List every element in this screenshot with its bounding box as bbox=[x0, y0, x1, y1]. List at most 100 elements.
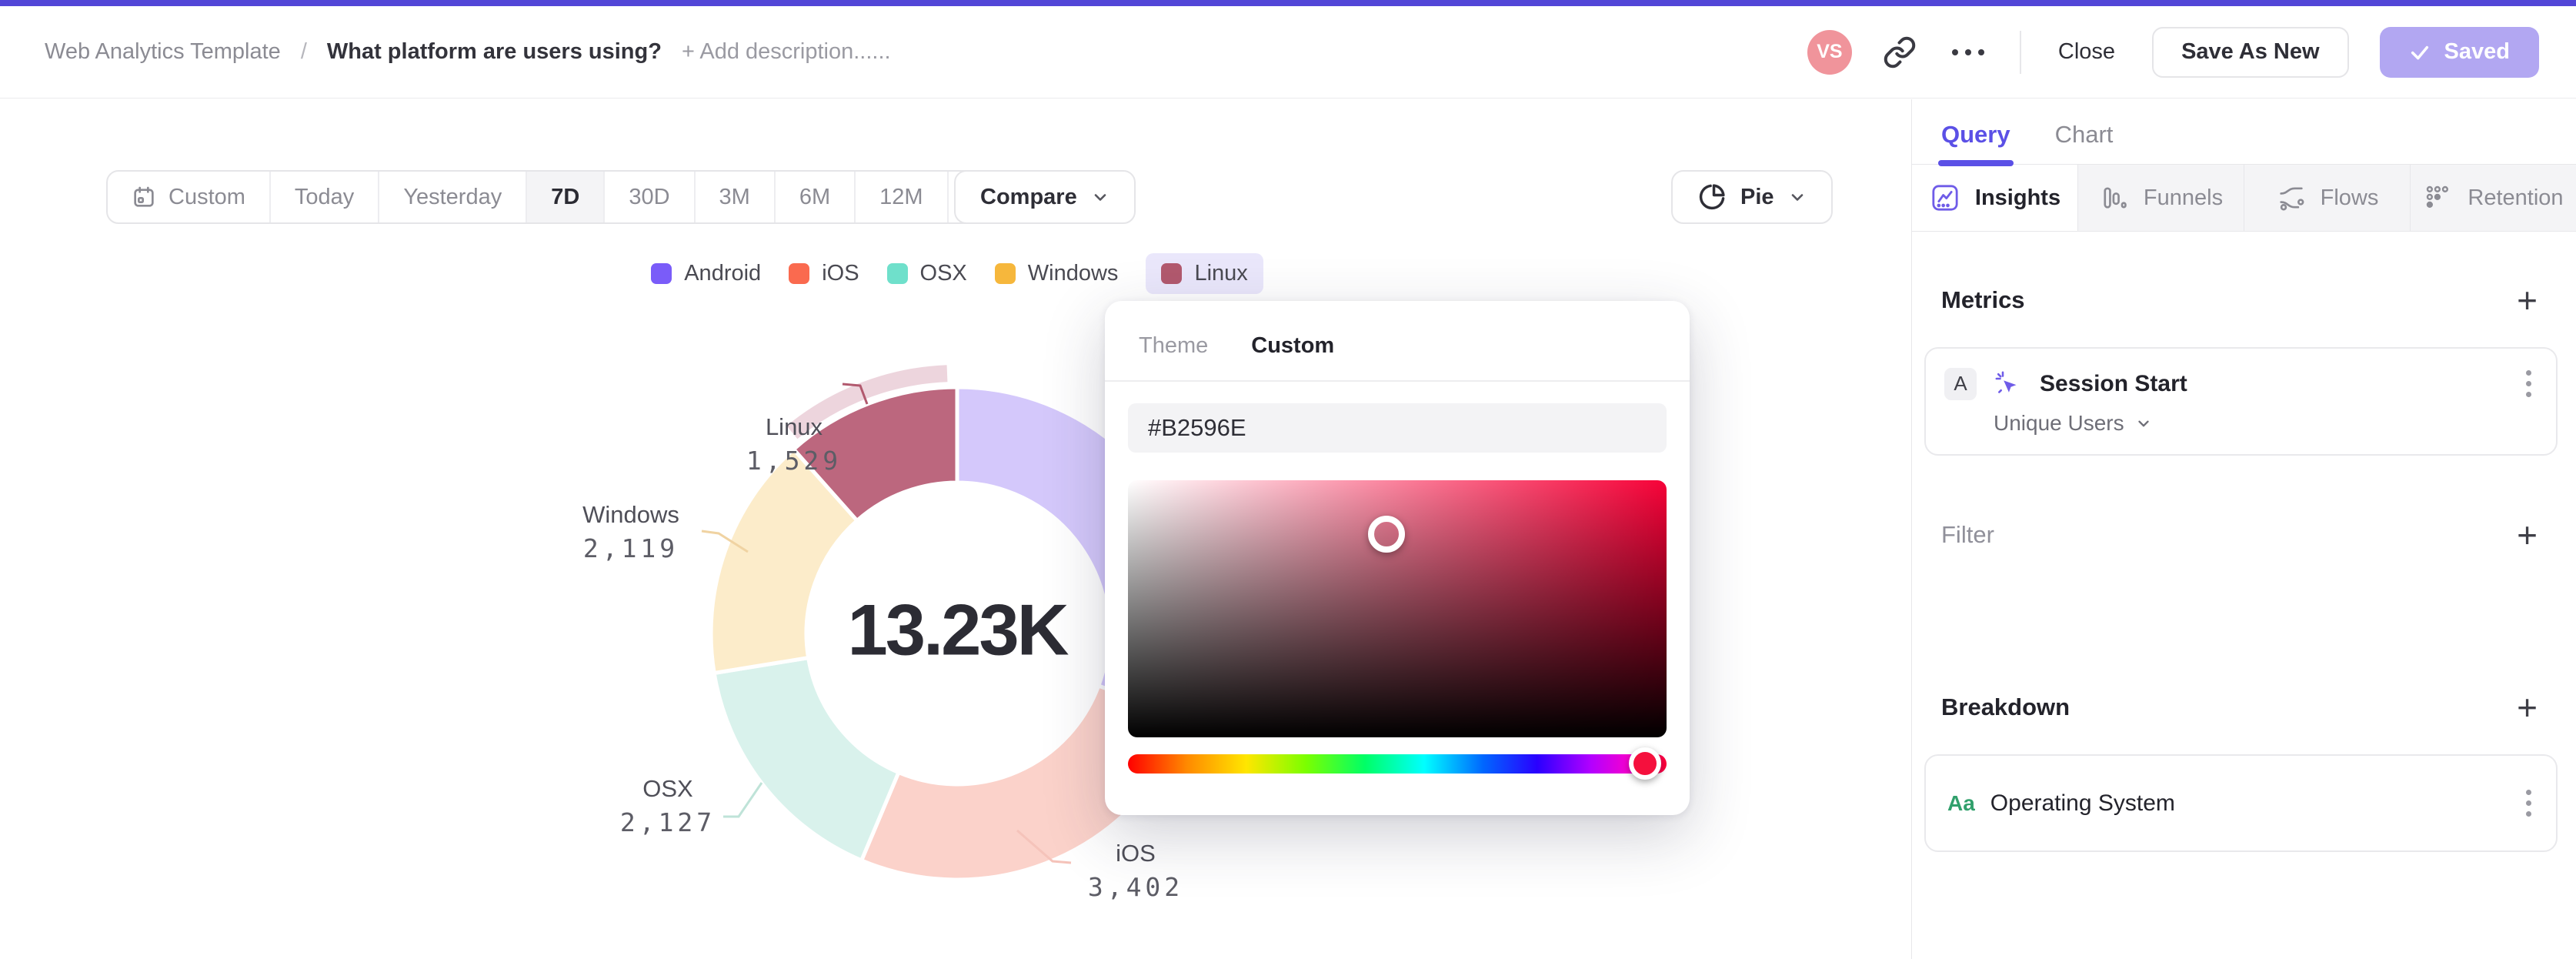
metrics-section-header: Metrics + bbox=[1912, 282, 2576, 318]
add-metric-button[interactable]: + bbox=[2517, 282, 2538, 318]
chart-type-button[interactable]: Pie bbox=[1671, 170, 1833, 224]
tab-insights-label: Insights bbox=[1974, 185, 2061, 210]
tab-retention[interactable]: Retention bbox=[2411, 165, 2576, 231]
breadcrumb-root[interactable]: Web Analytics Template bbox=[45, 39, 281, 65]
color-picker-tabs: Theme Custom bbox=[1128, 327, 1667, 359]
range-custom[interactable]: Custom bbox=[108, 172, 271, 222]
check-icon bbox=[2409, 42, 2431, 63]
link-icon bbox=[1883, 35, 1917, 69]
saved-button-label: Saved bbox=[2444, 39, 2510, 64]
legend-item-linux[interactable]: Linux bbox=[1146, 253, 1263, 294]
analysis-type-tabs: Insights Funnels Flows Retention bbox=[1912, 164, 2576, 232]
metric-aggregation-dropdown[interactable]: Unique Users bbox=[1994, 411, 2536, 436]
string-property-icon: Aa bbox=[1947, 790, 1975, 815]
chart-canvas: Custom Today Yesterday 7D 30D 3M 6M 12M … bbox=[0, 99, 1911, 959]
range-30d[interactable]: 30D bbox=[605, 172, 696, 222]
filter-section-header: Filter + bbox=[1912, 517, 2576, 553]
date-range-control: Custom Today Yesterday 7D 30D 3M 6M 12M … bbox=[106, 170, 1072, 224]
tab-chart[interactable]: Chart bbox=[2055, 121, 2114, 164]
pie-chart-icon bbox=[1697, 182, 1727, 212]
top-bar: Web Analytics Template / What platform a… bbox=[0, 0, 2576, 99]
add-breakdown-button[interactable]: + bbox=[2517, 690, 2538, 725]
legend-label-windows: Windows bbox=[1027, 261, 1119, 286]
gradient-handle[interactable] bbox=[1368, 516, 1405, 553]
aggregation-label: Unique Users bbox=[1994, 411, 2124, 435]
calendar-icon bbox=[132, 185, 156, 209]
retention-icon bbox=[2423, 182, 2454, 213]
tab-flows-label: Flows bbox=[2320, 185, 2379, 210]
legend-item-ios[interactable]: iOS bbox=[789, 253, 859, 294]
callout-ios-value: 3,402 bbox=[1087, 872, 1184, 902]
query-sidebar: Query Chart Insights Funnels Flows Reten… bbox=[1911, 99, 2576, 959]
breakdown-title: Breakdown bbox=[1941, 693, 2070, 720]
chevron-down-icon bbox=[1091, 188, 1109, 206]
add-description-button[interactable]: + Add description...... bbox=[682, 39, 891, 65]
callout-ios-label: iOS bbox=[1116, 840, 1156, 867]
share-link-button[interactable] bbox=[1883, 35, 1917, 69]
callout-osx-value: 2,127 bbox=[619, 807, 716, 837]
range-3m[interactable]: 3M bbox=[696, 172, 776, 222]
save-as-new-button[interactable]: Save As New bbox=[2152, 26, 2349, 78]
hue-slider-handle[interactable] bbox=[1629, 747, 1661, 780]
more-options-button[interactable] bbox=[1947, 48, 1989, 55]
sidebar-tabs: Query Chart bbox=[1912, 99, 2576, 166]
metric-card[interactable]: A Session Start Unique Users bbox=[1924, 347, 2558, 456]
compare-label: Compare bbox=[980, 184, 1077, 209]
avatar[interactable]: VS bbox=[1807, 29, 1852, 75]
popup-divider bbox=[1105, 380, 1690, 382]
range-6m[interactable]: 6M bbox=[776, 172, 856, 222]
range-yesterday[interactable]: Yesterday bbox=[379, 172, 528, 222]
tab-query[interactable]: Query bbox=[1938, 121, 2014, 166]
close-button[interactable]: Close bbox=[2052, 39, 2121, 65]
compare-button[interactable]: Compare bbox=[954, 170, 1136, 224]
metrics-title: Metrics bbox=[1941, 286, 2025, 313]
topbar-divider bbox=[2019, 30, 2021, 74]
callout-linux: Linux 1,529 bbox=[702, 413, 886, 476]
hue-slider[interactable] bbox=[1128, 747, 1667, 780]
flows-icon bbox=[2276, 182, 2307, 213]
tab-retention-label: Retention bbox=[2468, 185, 2564, 210]
legend-label-linux: Linux bbox=[1194, 261, 1248, 286]
callout-windows-label: Windows bbox=[582, 501, 679, 528]
topbar-actions: VS Close Save As New Saved bbox=[1807, 26, 2539, 78]
hex-color-input[interactable]: #B2596E bbox=[1128, 403, 1667, 453]
range-12m[interactable]: 12M bbox=[856, 172, 949, 222]
legend-label-android: Android bbox=[684, 261, 762, 286]
saved-button[interactable]: Saved bbox=[2379, 26, 2539, 78]
breakdown-kebab-menu[interactable] bbox=[2521, 785, 2536, 821]
add-filter-button[interactable]: + bbox=[2517, 517, 2538, 553]
range-custom-label: Custom bbox=[169, 184, 245, 209]
chart-type-label: Pie bbox=[1740, 184, 1774, 209]
color-picker-popup: Theme Custom #B2596E bbox=[1105, 301, 1690, 815]
page-title[interactable]: What platform are users using? bbox=[327, 39, 662, 65]
callout-linux-label: Linux bbox=[765, 413, 823, 440]
legend-swatch-linux bbox=[1161, 263, 1183, 284]
legend-swatch-windows bbox=[994, 263, 1016, 284]
range-today[interactable]: Today bbox=[271, 172, 380, 222]
chart-legend: Android iOS OSX Windows Linux bbox=[634, 253, 1280, 294]
chevron-down-icon bbox=[2135, 415, 2152, 432]
metric-series-badge: A bbox=[1944, 367, 1977, 400]
callout-ios: iOS 3,402 bbox=[1043, 840, 1228, 902]
range-7d[interactable]: 7D bbox=[527, 172, 606, 222]
breakdown-card[interactable]: Aa Operating System bbox=[1924, 754, 2558, 852]
donut-total-value: 13.23K bbox=[847, 589, 1069, 670]
tab-custom[interactable]: Custom bbox=[1251, 333, 1334, 359]
metric-name: Session Start bbox=[2040, 370, 2187, 396]
tab-flows[interactable]: Flows bbox=[2244, 165, 2411, 231]
legend-item-osx[interactable]: OSX bbox=[886, 253, 967, 294]
breakdown-property-name: Operating System bbox=[1990, 790, 2175, 816]
insights-icon bbox=[1929, 182, 1961, 214]
metric-kebab-menu[interactable] bbox=[2521, 366, 2536, 402]
legend-item-android[interactable]: Android bbox=[651, 253, 761, 294]
tab-theme[interactable]: Theme bbox=[1139, 333, 1208, 359]
event-sparkle-icon bbox=[1992, 368, 2024, 400]
callout-windows-value: 2,119 bbox=[582, 533, 679, 563]
saturation-gradient-area[interactable] bbox=[1128, 480, 1667, 737]
tab-insights[interactable]: Insights bbox=[1912, 165, 2078, 231]
breadcrumb-separator: / bbox=[300, 39, 307, 64]
legend-item-windows[interactable]: Windows bbox=[994, 253, 1119, 294]
tab-funnels[interactable]: Funnels bbox=[2078, 165, 2244, 231]
breadcrumb: Web Analytics Template / What platform a… bbox=[45, 39, 891, 65]
legend-label-ios: iOS bbox=[822, 261, 859, 286]
